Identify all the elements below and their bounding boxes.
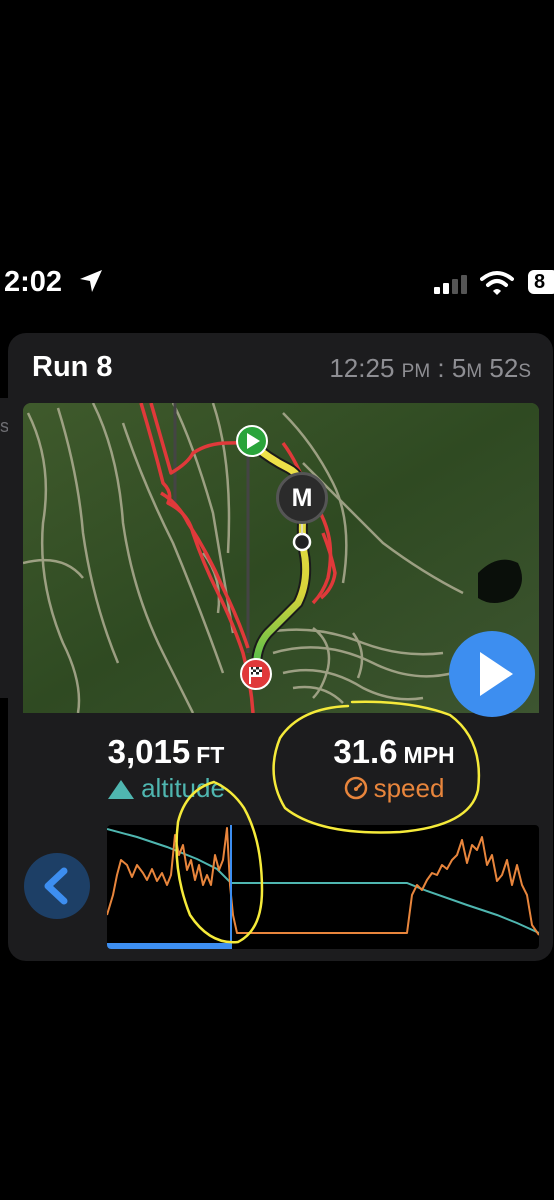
duration-seconds: 52	[489, 353, 519, 383]
wifi-icon	[480, 271, 514, 295]
duration-seconds-unit: S	[518, 361, 531, 382]
duration-minutes-unit: M	[466, 361, 483, 382]
altitude-value: 3,015	[107, 733, 191, 770]
start-time-suffix: PM	[401, 361, 431, 382]
start-flag-icon	[236, 425, 268, 457]
duration-minutes: 5	[451, 353, 467, 383]
graph-plot	[107, 825, 539, 949]
separator: :	[437, 353, 445, 383]
altitude-line	[107, 828, 539, 934]
m-marker[interactable]: M	[276, 472, 328, 524]
run-graph[interactable]	[107, 825, 539, 949]
altitude-label: altitude	[141, 773, 225, 803]
back-button[interactable]	[24, 853, 90, 919]
status-bar: 2:02 8	[0, 262, 554, 306]
current-position-marker	[292, 532, 312, 552]
speed-value: 31.6	[333, 733, 398, 770]
speed-label: speed	[373, 773, 445, 803]
finish-flag-icon	[240, 658, 272, 690]
run-card: Run 8 12:25 PM : 5M 52S M 3,015 FT altit…	[8, 333, 553, 961]
speed-stat: 31.6 MPH speed	[304, 733, 484, 804]
graph-scrub-progress	[107, 943, 233, 949]
run-time-duration: 12:25 PM : 5M 52S	[329, 353, 531, 384]
speedometer-icon	[344, 776, 367, 800]
speed-unit: MPH	[403, 742, 455, 768]
status-time: 2:02	[4, 266, 63, 298]
m-marker-label: M	[291, 484, 313, 512]
start-time: 12:25	[329, 353, 395, 383]
play-button[interactable]	[449, 631, 535, 717]
speed-line	[107, 827, 539, 936]
altitude-unit: FT	[196, 742, 225, 768]
altitude-stat: 3,015 FT altitude	[76, 733, 256, 804]
battery-icon: 8	[528, 270, 554, 294]
background-card-edge	[0, 398, 8, 698]
run-title: Run 8	[32, 351, 113, 383]
mountain-icon	[108, 780, 135, 799]
play-icon	[480, 652, 513, 696]
location-arrow-icon	[80, 270, 102, 292]
chevron-left-icon	[44, 867, 68, 905]
signal-icon	[434, 275, 467, 294]
